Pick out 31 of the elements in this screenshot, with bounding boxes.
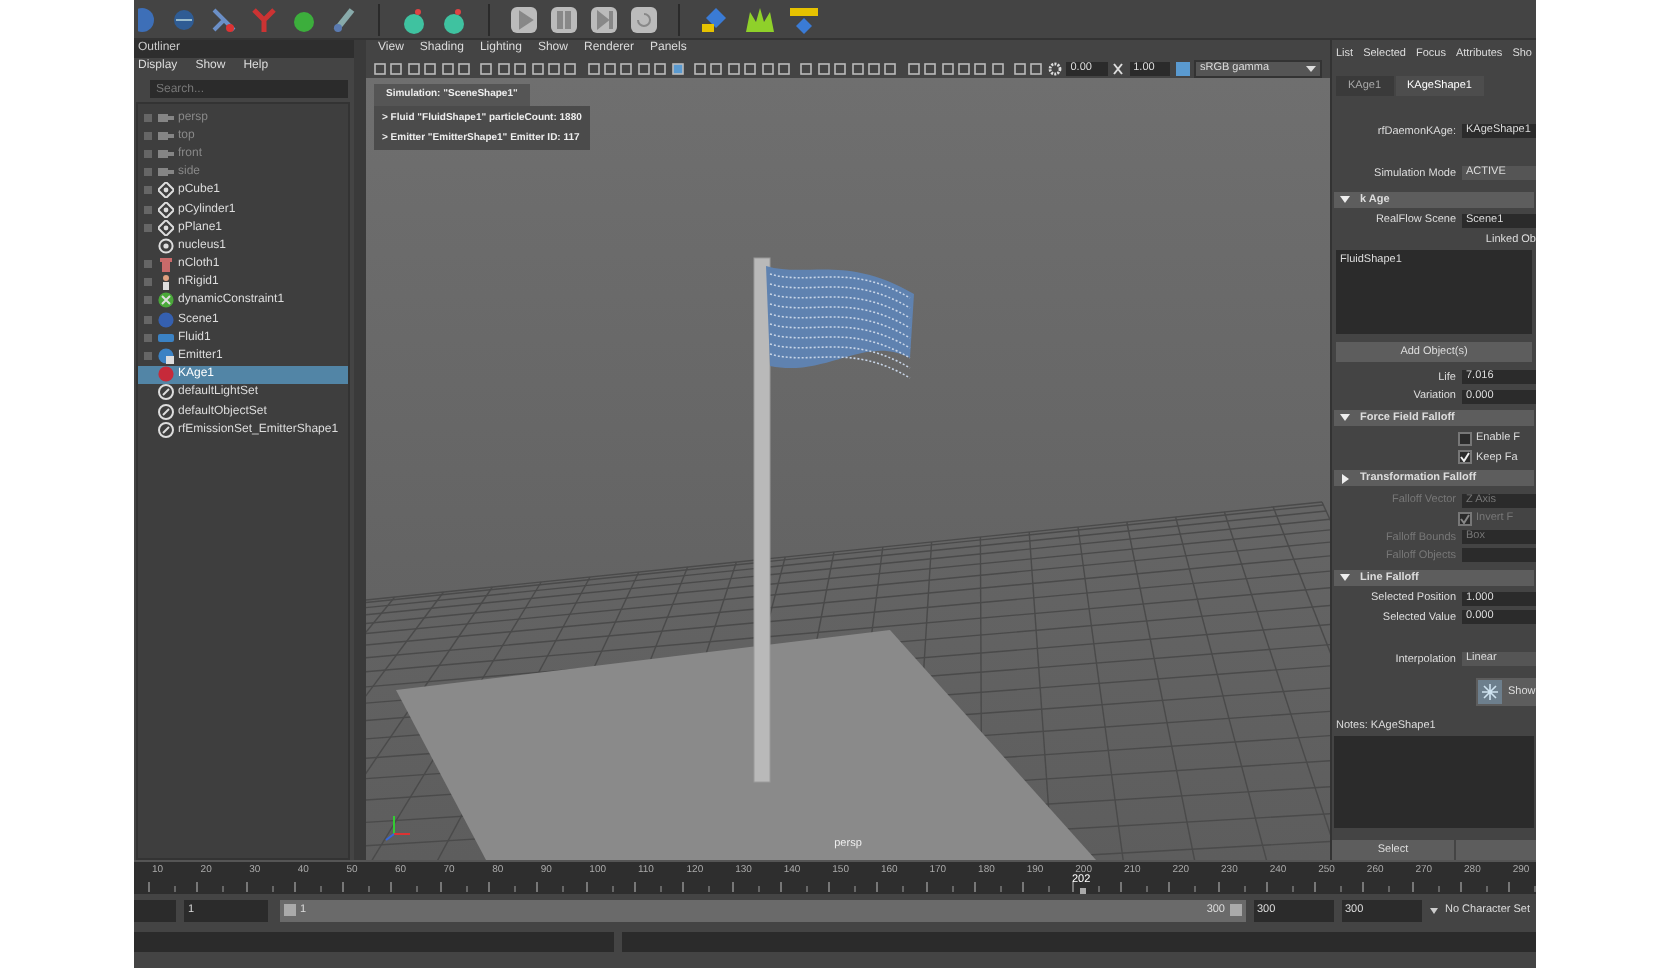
axis-icon <box>385 815 411 841</box>
caret-icon <box>1429 904 1437 916</box>
command-field[interactable] <box>134 932 614 952</box>
figure-icon <box>158 274 174 291</box>
play-icon[interactable] <box>510 5 538 33</box>
swatch-icon[interactable] <box>1175 61 1190 75</box>
playhead[interactable] <box>1079 888 1086 894</box>
burst-icon <box>158 292 174 309</box>
check-icon <box>1460 513 1470 524</box>
right-triangle-icon[interactable] <box>1340 473 1350 484</box>
blob-icon <box>158 366 174 383</box>
pause-icon[interactable] <box>550 5 578 33</box>
step-icon[interactable] <box>590 5 618 33</box>
check-icon <box>1460 452 1470 463</box>
range-field[interactable] <box>134 899 176 921</box>
down-triangle-icon[interactable] <box>1340 572 1350 583</box>
down-triangle-icon[interactable] <box>1340 194 1350 205</box>
notes-field[interactable] <box>1334 736 1534 829</box>
reset-icon[interactable] <box>630 5 658 33</box>
sphere-icon <box>158 311 174 328</box>
bar-stack-icon[interactable] <box>788 5 820 33</box>
brush-icon[interactable] <box>330 5 358 33</box>
caret-icon <box>1305 61 1316 73</box>
handle-icon[interactable] <box>284 904 296 916</box>
joint-icon[interactable] <box>210 5 238 33</box>
crown-icon[interactable] <box>744 5 776 33</box>
down-triangle-icon[interactable] <box>1340 412 1350 423</box>
gear-icon[interactable] <box>1047 61 1062 75</box>
sphere-icon[interactable] <box>170 5 198 33</box>
handle-icon[interactable] <box>1229 904 1241 916</box>
shirt-icon <box>158 256 174 273</box>
